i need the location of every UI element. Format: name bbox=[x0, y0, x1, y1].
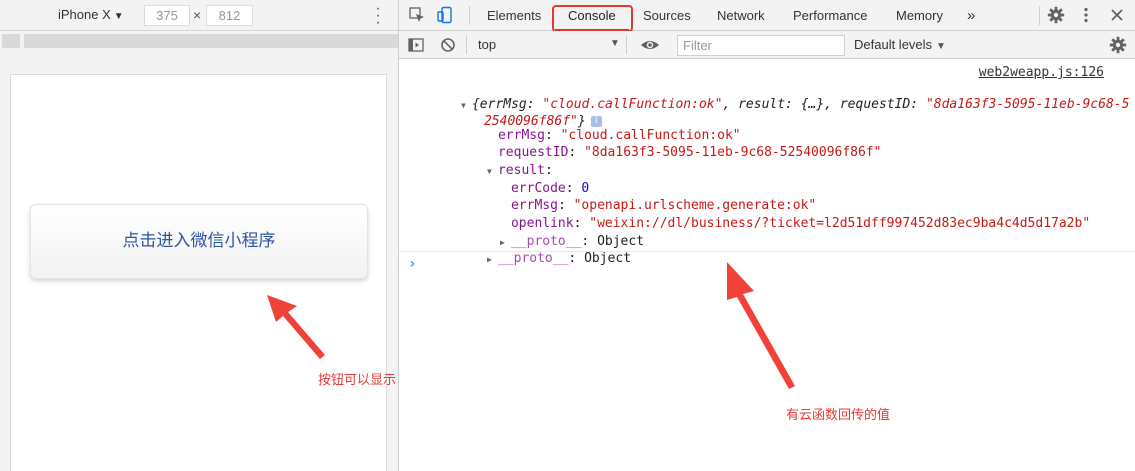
collapsed-triangle-icon[interactable]: ▶ bbox=[487, 251, 498, 268]
tab-sources[interactable]: Sources bbox=[643, 0, 691, 31]
device-height-input[interactable]: 812 bbox=[206, 5, 253, 26]
inspect-element-icon[interactable] bbox=[408, 6, 426, 24]
caret-down-icon[interactable]: ▼ bbox=[610, 38, 620, 49]
tab-network[interactable]: Network bbox=[717, 0, 765, 31]
caret-down-icon: ▼ bbox=[113, 11, 124, 22]
annotation-note-button: 按钮可以显示 bbox=[318, 373, 397, 388]
live-expression-eye-icon[interactable] bbox=[640, 36, 659, 54]
toolbar-divider bbox=[469, 6, 470, 25]
dimension-separator: × bbox=[193, 7, 202, 23]
device-emulation-pane: iPhone X ▼ 375 × 812 · · · 点击进入微信小程序 bbox=[0, 0, 399, 471]
console-tab-highlight-box bbox=[552, 5, 633, 32]
open-mini-program-button[interactable]: 点击进入微信小程序 bbox=[30, 204, 368, 279]
close-icon[interactable] bbox=[1108, 6, 1126, 24]
console-output: web2weapp.js:126 ▼ {errMsg: "cloud.callFu… bbox=[399, 60, 1135, 471]
ruler-segment[interactable] bbox=[2, 34, 20, 48]
show-sidebar-icon[interactable] bbox=[407, 36, 425, 54]
devtools-tabbar: Elements Console Sources Network Perform… bbox=[399, 0, 1135, 32]
devtools-panel: Elements Console Sources Network Perform… bbox=[399, 0, 1135, 471]
toolbar-divider bbox=[1039, 6, 1040, 25]
device-name: iPhone X bbox=[58, 7, 111, 22]
tab-elements[interactable]: Elements bbox=[487, 0, 541, 31]
console-prompt[interactable]: › bbox=[408, 256, 416, 272]
caret-down-icon: ▼ bbox=[936, 41, 946, 52]
source-file-link[interactable]: web2weapp.js:126 bbox=[979, 65, 1104, 80]
device-toolbar-toggle-icon[interactable] bbox=[436, 6, 454, 24]
ruler-segment[interactable] bbox=[24, 34, 398, 48]
device-viewport: 点击进入微信小程序 bbox=[10, 74, 387, 471]
media-query-ruler bbox=[0, 31, 398, 50]
annotation-note-cloud-value: 有云函数回传的值 bbox=[786, 408, 891, 423]
console-settings-gear-icon[interactable] bbox=[1109, 36, 1127, 54]
device-toolbar: iPhone X ▼ 375 × 812 · · · bbox=[0, 0, 398, 31]
execution-context-select[interactable]: top bbox=[478, 37, 496, 52]
device-width-input[interactable]: 375 bbox=[144, 5, 190, 26]
toolbar-divider bbox=[466, 35, 467, 54]
console-toolbar: top ▼ Filter Default levels ▼ bbox=[399, 31, 1135, 59]
console-filter-input[interactable]: Filter bbox=[677, 35, 845, 56]
device-select[interactable]: iPhone X ▼ bbox=[58, 7, 124, 22]
tab-performance[interactable]: Performance bbox=[793, 0, 867, 31]
property-row-proto[interactable]: ▶ __proto__: Object bbox=[440, 233, 631, 285]
log-entry-divider bbox=[399, 251, 1135, 252]
tab-memory[interactable]: Memory bbox=[896, 0, 943, 31]
more-tabs-icon[interactable]: » bbox=[967, 0, 975, 31]
clear-console-icon[interactable] bbox=[439, 36, 457, 54]
devtools-menu-icon[interactable] bbox=[1077, 6, 1095, 24]
more-options-icon[interactable]: · · · bbox=[373, 1, 383, 31]
toolbar-divider bbox=[626, 35, 627, 54]
log-levels-select[interactable]: Default levels ▼ bbox=[854, 37, 946, 52]
log-levels-label: Default levels bbox=[854, 37, 933, 52]
settings-gear-icon[interactable] bbox=[1047, 6, 1065, 24]
